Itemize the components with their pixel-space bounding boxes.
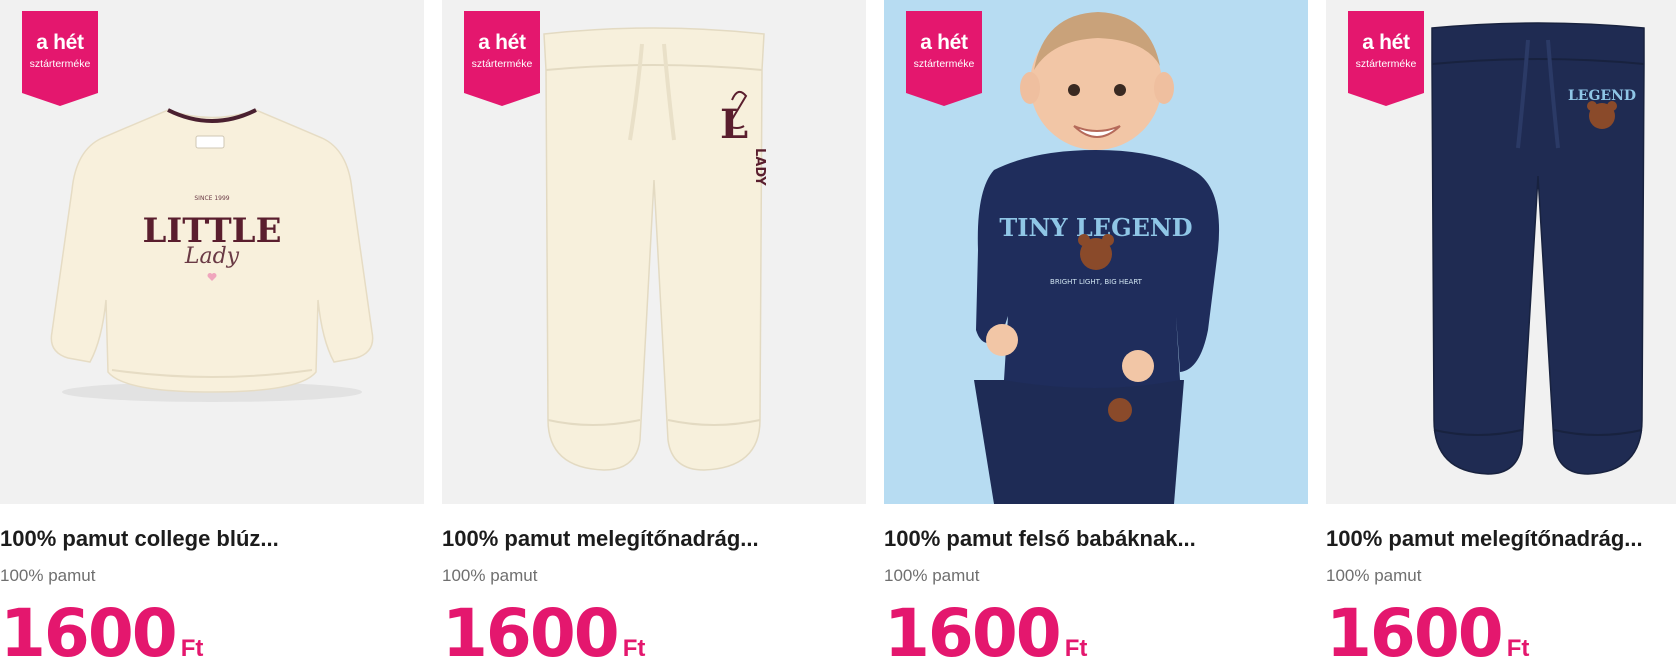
badge-subtitle: sztárterméke — [1355, 58, 1417, 70]
price-currency: Ft — [1506, 635, 1530, 662]
product-name[interactable]: 100% pamut felső babáknak... — [884, 526, 1308, 552]
price-value: 1600 — [0, 595, 178, 663]
product-card[interactable]: SINCE 1999 LITTLE Lady a hét sztártermék… — [0, 0, 424, 663]
price-currency: Ft — [1064, 635, 1088, 662]
product-material: 100% pamut — [884, 566, 980, 585]
joggers-letter: L — [720, 101, 748, 148]
badge-title: a hét — [478, 31, 526, 54]
product-card[interactable]: LEGEND a hét sztárterméke 100% pamut mel… — [1326, 0, 1676, 663]
product-image-joggers-cream[interactable]: L LADY a hét sztárterméke — [442, 0, 866, 504]
baby-print: TINY LEGEND — [999, 213, 1192, 242]
badge-title: a hét — [36, 31, 84, 54]
star-product-badge: a hét sztárterméke — [464, 11, 540, 106]
product-grid: SINCE 1999 LITTLE Lady a hét sztártermék… — [0, 0, 1676, 663]
product-name[interactable]: 100% pamut melegítőnadrág... — [1326, 526, 1676, 552]
badge-title: a hét — [1362, 31, 1410, 54]
product-image-joggers-navy[interactable]: LEGEND a hét sztárterméke — [1326, 0, 1676, 504]
price-value: 1600 — [442, 595, 620, 663]
product-price: 1600 Ft — [884, 594, 1087, 663]
price-value: 1600 — [884, 595, 1062, 663]
product-card[interactable]: L LADY a hét sztárterméke 100% pamut mel… — [442, 0, 866, 663]
sweatshirt-script: Lady — [184, 244, 240, 269]
product-image-sweatshirt[interactable]: SINCE 1999 LITTLE Lady a hét sztártermék… — [0, 0, 424, 504]
product-material: 100% pamut — [1326, 566, 1422, 585]
product-card[interactable]: TINY LEGEND BRIGHT LIGHT, BIG HEART a hé… — [884, 0, 1308, 663]
star-product-badge: a hét sztárterméke — [906, 11, 982, 106]
badge-title: a hét — [920, 31, 968, 54]
product-material: 100% pamut — [442, 566, 538, 585]
star-product-badge: a hét sztárterméke — [1348, 11, 1424, 106]
product-name[interactable]: 100% pamut college blúz... — [0, 526, 424, 552]
product-name[interactable]: 100% pamut melegítőnadrág... — [442, 526, 866, 552]
badge-subtitle: sztárterméke — [471, 58, 533, 70]
product-price: 1600 Ft — [1326, 594, 1529, 663]
joggers-print: LADY — [752, 148, 767, 186]
product-material: 100% pamut — [0, 566, 96, 585]
product-price: 1600 Ft — [0, 594, 203, 663]
price-value: 1600 — [1326, 595, 1504, 663]
product-price: 1600 Ft — [442, 594, 645, 663]
price-currency: Ft — [180, 635, 204, 662]
badge-subtitle: sztárterméke — [29, 58, 91, 70]
baby-print-sub: BRIGHT LIGHT, BIG HEART — [1050, 278, 1143, 286]
svg-text:SINCE 1999: SINCE 1999 — [194, 195, 229, 202]
badge-subtitle: sztárterméke — [913, 58, 975, 70]
star-product-badge: a hét sztárterméke — [22, 11, 98, 106]
price-currency: Ft — [622, 635, 646, 662]
navy-joggers-print: LEGEND — [1568, 88, 1636, 104]
product-image-baby-photo[interactable]: TINY LEGEND BRIGHT LIGHT, BIG HEART a hé… — [884, 0, 1308, 504]
